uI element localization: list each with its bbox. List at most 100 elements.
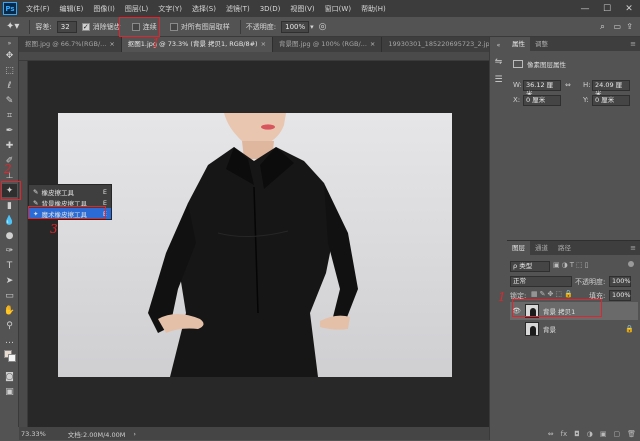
close-icon[interactable]: × (109, 40, 114, 48)
adjustments-icon[interactable]: ☰ (491, 73, 506, 86)
layer-row-background[interactable]: 背景 🔒 (510, 320, 638, 338)
quick-select-tool-icon[interactable]: ✎ (2, 94, 17, 107)
layer-opacity-input[interactable]: 100% (609, 276, 631, 287)
tab-layers[interactable]: 图层 (507, 241, 530, 255)
share-icon[interactable]: ⇪ (626, 22, 633, 31)
type-tool-icon[interactable]: T (2, 259, 17, 272)
magic-eraser-tool-icon[interactable]: ✦▾ (6, 21, 19, 32)
antialias-option[interactable]: ✓ 消除锯齿 (81, 22, 121, 32)
lock-icons[interactable]: ▦✎✥⬚🔒 (531, 290, 575, 298)
tab-paths[interactable]: 路径 (553, 241, 576, 255)
pen-tool-icon[interactable]: ✑ (2, 244, 17, 257)
close-icon[interactable]: × (370, 40, 375, 48)
fill-input[interactable]: 100% (609, 290, 631, 301)
collapse-icon[interactable]: « (491, 39, 506, 52)
close-icon[interactable]: × (261, 40, 266, 48)
blur-tool-icon[interactable]: 💧 (2, 214, 17, 227)
layer-filter-select[interactable]: ρ 类型 (510, 261, 550, 272)
highlight-layer-copy (512, 299, 602, 317)
status-arrow-icon[interactable]: › (133, 430, 136, 438)
zoom-tool-icon[interactable]: ⚲ (2, 319, 17, 332)
adjustment-layer-icon[interactable]: ◑ (587, 430, 593, 438)
dodge-tool-icon[interactable]: ● (2, 229, 17, 242)
menu-view[interactable]: 视图(V) (285, 4, 319, 14)
panel-menu-icon[interactable]: ≡ (630, 40, 636, 48)
tab-channels[interactable]: 通道 (530, 241, 553, 255)
blend-mode-select[interactable]: 正常 (510, 276, 572, 287)
pressure-opacity-icon[interactable]: ◎ (319, 22, 327, 32)
filter-toggle-icon[interactable] (628, 261, 634, 267)
layer-name[interactable]: 背景 (543, 324, 556, 334)
more-tools-icon[interactable]: … (2, 334, 17, 347)
color-swatches[interactable] (2, 349, 17, 365)
tab-label: 19930301_185220695723_2.jp... (388, 40, 496, 48)
menu-window[interactable]: 窗口(W) (320, 4, 356, 14)
history-icon[interactable]: ⇋ (491, 55, 506, 68)
menu-item-label: 橡皮擦工具 (41, 188, 74, 197)
tab-adjustments[interactable]: 调整 (530, 37, 553, 51)
pixel-layer-icon (513, 60, 523, 68)
new-layer-icon[interactable]: ▢ (613, 430, 620, 438)
menu-type[interactable]: 文字(Y) (153, 4, 187, 14)
tab-properties[interactable]: 属性 (507, 37, 530, 51)
chevron-down-icon[interactable]: ▾ (310, 23, 314, 31)
tab-document[interactable]: 19930301_185220695723_2.jp... (382, 37, 502, 52)
opacity-input[interactable]: 100% (281, 20, 310, 33)
zoom-level[interactable]: 73.33% (21, 430, 46, 438)
link-layers-icon[interactable]: ⇔ (548, 430, 554, 438)
menu-item-eraser-tool[interactable]: ✎ 橡皮擦工具 E (29, 186, 111, 197)
path-select-tool-icon[interactable]: ➤ (2, 274, 17, 287)
crop-tool-icon[interactable]: ⌗ (2, 109, 17, 122)
tab-label: 背景图.jpg @ 100% (RGB/... (279, 40, 367, 48)
move-tool-icon[interactable]: ✥ (2, 49, 17, 62)
tolerance-input[interactable]: 32 (56, 20, 77, 33)
close-button[interactable]: ✕ (618, 0, 640, 17)
link-icon[interactable]: ⇔ (565, 81, 571, 89)
collapse-icon[interactable]: » (2, 40, 17, 47)
eyedropper-tool-icon[interactable]: ✒ (2, 124, 17, 137)
tab-document[interactable]: 背景图.jpg @ 100% (RGB/... × (273, 37, 383, 52)
filter-icons[interactable]: ▣◑T⬚▯ (553, 261, 590, 269)
background-color-swatch[interactable] (8, 354, 16, 362)
width-input[interactable]: 36.12 厘米 (523, 80, 561, 98)
menu-filter[interactable]: 滤镜(T) (221, 4, 255, 14)
lasso-tool-icon[interactable]: ℓ (2, 79, 17, 92)
menu-layer[interactable]: 图层(L) (120, 4, 153, 14)
menu-file[interactable]: 文件(F) (21, 4, 55, 14)
search-icon[interactable]: ⌕ (600, 22, 605, 32)
lock-icon: 🔒 (625, 325, 634, 333)
photoshop-logo: Ps (3, 2, 17, 15)
trash-icon[interactable]: 🗑 (627, 430, 636, 438)
screen-mode-icon[interactable]: ▣ (2, 385, 17, 398)
workspace-icon[interactable]: ▭ (613, 22, 621, 31)
marquee-tool-icon[interactable]: ⬚ (2, 64, 17, 77)
divider (29, 19, 31, 34)
hand-tool-icon[interactable]: ✋ (2, 304, 17, 317)
fx-icon[interactable]: fx (561, 430, 568, 438)
tab-document[interactable]: 抠图.jpg @ 66.7%(RGB/... × (19, 37, 122, 52)
highlight-magic-eraser (28, 206, 106, 219)
healing-brush-tool-icon[interactable]: ✚ (2, 139, 17, 152)
maximize-button[interactable]: ☐ (596, 0, 618, 17)
minimize-button[interactable]: — (574, 0, 596, 17)
panel-menu-icon[interactable]: ≡ (630, 244, 636, 252)
menu-edit[interactable]: 编辑(E) (55, 4, 89, 14)
checkmark-icon[interactable]: ✓ (81, 22, 90, 31)
quick-mask-icon[interactable]: ◙ (2, 370, 17, 383)
gradient-tool-icon[interactable]: ▮ (2, 199, 17, 212)
menu-image[interactable]: 图像(I) (88, 4, 120, 14)
x-input[interactable]: 0 厘米 (523, 95, 561, 106)
height-input[interactable]: 24.09 厘米 (592, 80, 630, 98)
sample-all-checkbox[interactable] (169, 22, 178, 31)
group-icon[interactable]: ▣ (600, 430, 607, 438)
document-image[interactable] (58, 113, 452, 377)
menu-help[interactable]: 帮助(H) (356, 4, 391, 14)
y-input[interactable]: 0 厘米 (592, 95, 630, 106)
shortcut-key: E (102, 187, 107, 196)
rectangle-tool-icon[interactable]: ▭ (2, 289, 17, 302)
mask-icon[interactable]: ◘ (574, 430, 580, 438)
menu-3d[interactable]: 3D(D) (255, 5, 286, 13)
menu-select[interactable]: 选择(S) (187, 4, 221, 14)
sample-all-layers-option[interactable]: 对所有图层取样 (169, 22, 230, 32)
tab-document-active[interactable]: 抠图1.jpg @ 73.3% (背景 拷贝1, RGB/8#) × (121, 37, 274, 52)
